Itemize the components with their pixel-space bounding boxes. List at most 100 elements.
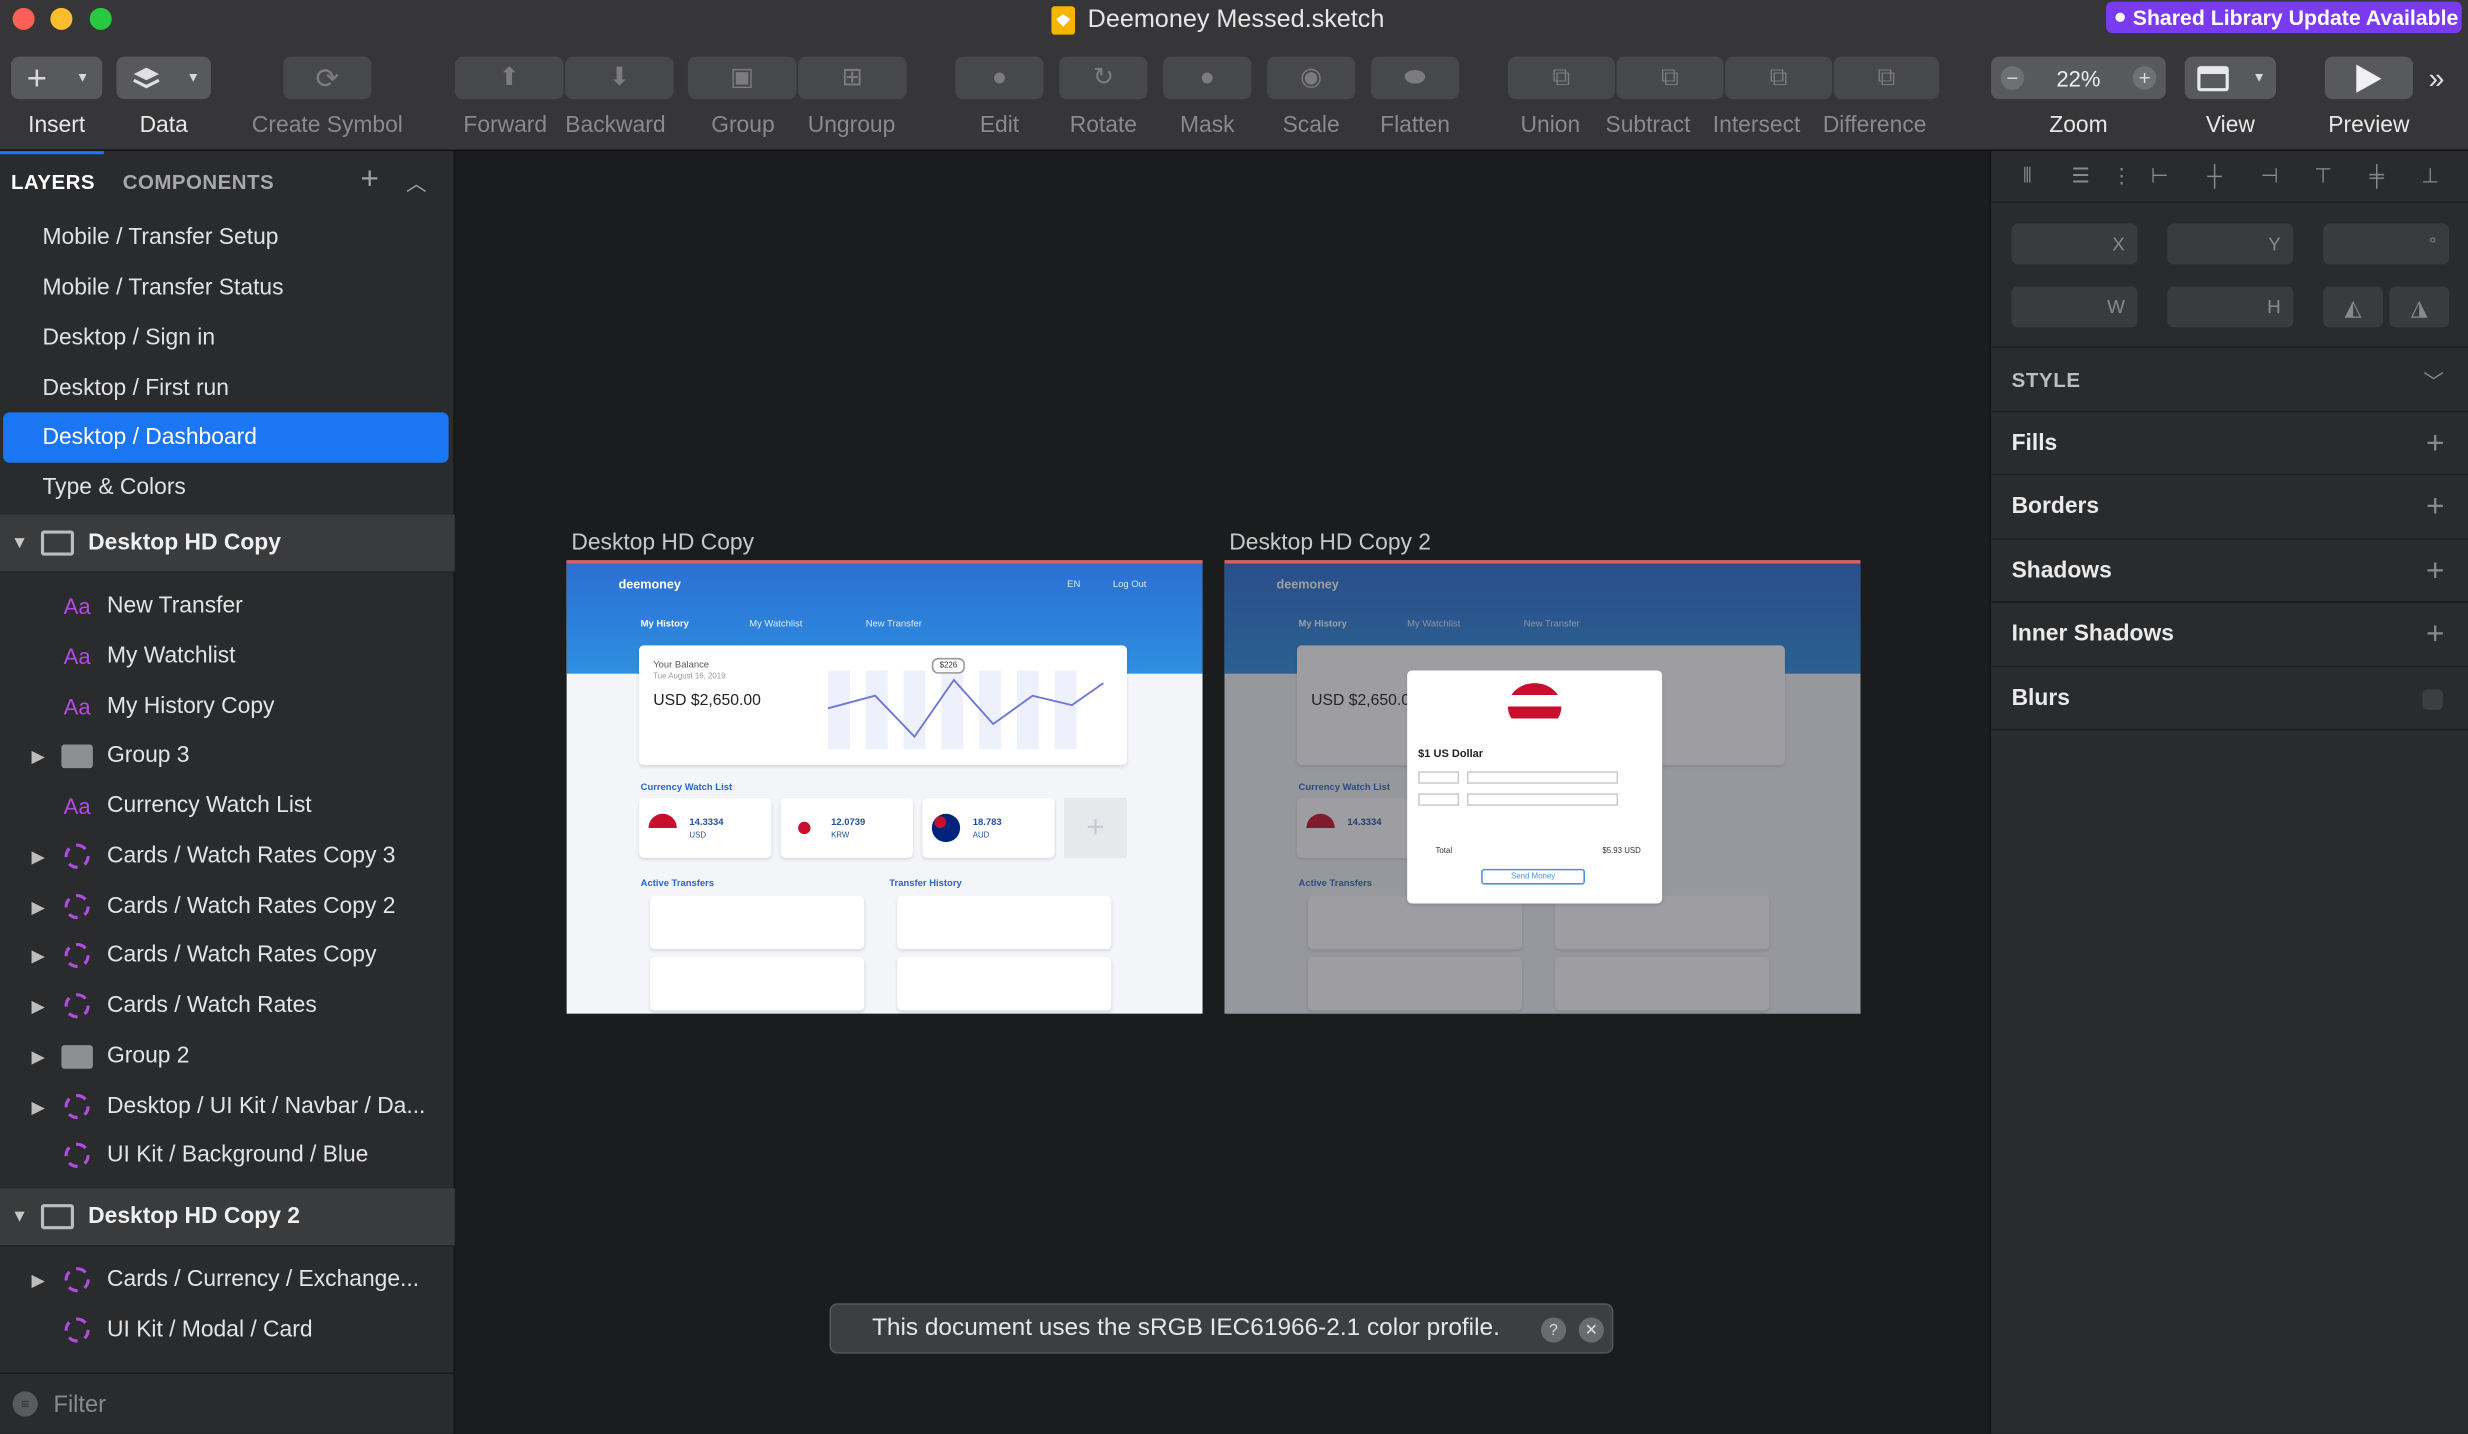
distribute-horizontal-icon[interactable]: ⫴ (2016, 164, 2038, 189)
align-right-icon[interactable]: ⊣ (2259, 164, 2281, 189)
rotation-field[interactable]: ° (2323, 223, 2450, 265)
disclosure-open-icon[interactable]: ▼ (11, 534, 28, 553)
close-window-button[interactable] (12, 7, 35, 30)
add-inner-shadow-icon[interactable]: + (2426, 616, 2444, 652)
borders-section[interactable]: Borders + (1991, 473, 2468, 539)
align-middle-vertical-icon[interactable]: ╪ (2366, 164, 2388, 189)
page-item-selected[interactable]: Desktop / Dashboard (3, 412, 449, 463)
add-border-icon[interactable]: + (2426, 489, 2444, 525)
disclosure-closed-icon[interactable]: ▶ (31, 846, 44, 867)
minimize-window-button[interactable] (50, 7, 73, 30)
ungroup-button[interactable]: ⊞ (798, 56, 907, 100)
layer-row[interactable]: Aa My History Copy (0, 682, 455, 732)
y-field[interactable]: Y (2167, 223, 2294, 265)
layer-row[interactable]: ▶ Cards / Watch Rates Copy 2 (0, 881, 455, 931)
layer-row[interactable]: Aa Currency Watch List (0, 781, 455, 831)
artboard-desktop-hd-copy-2[interactable]: deemoney My History My Watchlist New Tra… (1224, 560, 1861, 1014)
preview-button[interactable] (2324, 56, 2413, 100)
inner-shadows-section[interactable]: Inner Shadows + (1991, 601, 2468, 666)
layer-row[interactable]: UI Kit / Background / Blue (0, 1130, 455, 1180)
page-item[interactable]: Type & Colors (0, 463, 455, 513)
layer-row[interactable]: ▶ Desktop / UI Kit / Navbar / Da... (0, 1081, 455, 1131)
canvas[interactable]: Desktop HD Copy deemoney EN Log Out My H… (454, 151, 1990, 1434)
layer-row[interactable]: ▶ Cards / Currency / Exchange... (0, 1254, 455, 1304)
toolbar-overflow-icon[interactable]: » (2429, 63, 2445, 96)
layer-row[interactable]: ▶ Group 3 (0, 730, 455, 780)
add-page-icon[interactable]: + (360, 162, 378, 198)
create-symbol-button[interactable]: ⟳ (283, 56, 372, 100)
artboard-desktop-hd-copy[interactable]: deemoney EN Log Out My History My Watchl… (566, 560, 1203, 1014)
view-button[interactable]: ▾ (2184, 56, 2277, 100)
disclosure-closed-icon[interactable]: ▶ (31, 745, 44, 766)
flip-horizontal-button[interactable]: ◭ (2323, 286, 2384, 328)
subtract-button[interactable]: ⧉ (1616, 56, 1724, 100)
artboard-row[interactable]: ▼ Desktop HD Copy (0, 514, 455, 573)
rotate-button[interactable]: ↻ (1059, 56, 1148, 100)
page-item[interactable]: Desktop / First run (0, 364, 455, 414)
disclosure-closed-icon[interactable]: ▶ (31, 1269, 44, 1290)
library-update-badge[interactable]: Shared Library Update Available (2106, 1, 2462, 34)
flip-vertical-button[interactable]: ◮ (2389, 286, 2450, 328)
flatten-button[interactable]: ⬬ (1370, 56, 1460, 100)
align-center-horizontal-icon[interactable]: ┼ (2204, 164, 2226, 189)
edit-button[interactable]: ● (955, 56, 1044, 100)
backward-button[interactable]: ⬇ (565, 56, 674, 100)
group-button[interactable]: ▣ (687, 56, 797, 100)
disclosure-closed-icon[interactable]: ▶ (31, 896, 44, 917)
blur-checkbox[interactable] (2422, 688, 2443, 710)
zoom-window-button[interactable] (89, 7, 112, 30)
dot-icon (2115, 12, 2125, 23)
disclosure-open-icon[interactable]: ▼ (11, 1207, 28, 1226)
x-field[interactable]: X (2011, 223, 2138, 265)
scale-button[interactable]: ◉ (1267, 56, 1356, 100)
shadows-section[interactable]: Shadows + (1991, 538, 2468, 603)
width-field[interactable]: W (2011, 286, 2138, 328)
disclosure-closed-icon[interactable]: ▶ (31, 1096, 44, 1117)
artboard-title[interactable]: Desktop HD Copy (571, 530, 754, 555)
tab-layers[interactable]: LAYERS (11, 170, 95, 194)
data-button[interactable]: ▾ (116, 56, 211, 100)
layer-row[interactable]: Aa New Transfer (0, 581, 455, 631)
disclosure-closed-icon[interactable]: ▶ (31, 1046, 44, 1066)
intersect-button[interactable]: ⧉ (1725, 56, 1833, 100)
help-icon[interactable]: ? (1540, 1317, 1567, 1343)
fills-section[interactable]: Fills + (1991, 410, 2468, 476)
align-bottom-icon[interactable]: ⊥ (2419, 164, 2441, 189)
close-icon[interactable]: ✕ (1578, 1317, 1604, 1343)
layer-row[interactable]: ▶ Cards / Watch Rates (0, 981, 455, 1031)
page-item[interactable]: Mobile / Transfer Status (0, 263, 455, 313)
layer-row[interactable]: ▶ Group 2 (0, 1031, 455, 1081)
disclosure-closed-icon[interactable]: ▶ (31, 945, 44, 966)
layer-row[interactable]: ▶ Cards / Watch Rates Copy (0, 930, 455, 980)
page-item[interactable]: Mobile / Transfer Setup (0, 212, 455, 262)
tab-components[interactable]: COMPONENTS (123, 170, 274, 194)
artboard-row[interactable]: ▼ Desktop HD Copy 2 (0, 1188, 455, 1247)
add-fill-icon[interactable]: + (2426, 426, 2444, 462)
page-item[interactable]: Desktop / Sign in (0, 313, 455, 363)
align-left-icon[interactable]: ⊢ (2149, 164, 2171, 189)
height-field[interactable]: H (2167, 286, 2294, 328)
layer-row[interactable]: UI Kit / Modal / Card (0, 1305, 455, 1355)
blurs-section[interactable]: Blurs (1991, 665, 2468, 731)
distribute-vertical-icon[interactable]: ☰ (2070, 164, 2092, 189)
style-header[interactable]: STYLE ﹀ (1991, 346, 2468, 411)
align-top-icon[interactable]: ⊤ (2312, 164, 2334, 189)
zoom-control[interactable]: − 22% + (1991, 56, 2166, 100)
more-icon[interactable]: ⋮ (2111, 164, 2133, 189)
difference-button[interactable]: ⧉ (1833, 56, 1940, 100)
artboard-title[interactable]: Desktop HD Copy 2 (1229, 530, 1431, 555)
zoom-value[interactable]: 22% (2056, 65, 2100, 90)
add-shadow-icon[interactable]: + (2426, 553, 2444, 589)
filter-input[interactable]: Filter (54, 1391, 106, 1418)
zoom-out-button[interactable]: − (2000, 66, 2025, 90)
disclosure-closed-icon[interactable]: ▶ (31, 996, 44, 1016)
layer-row[interactable]: Aa My Watchlist (0, 631, 455, 681)
zoom-in-button[interactable]: + (2132, 66, 2157, 90)
layer-row[interactable]: ▶ Cards / Watch Rates Copy 3 (0, 831, 455, 881)
collapse-pages-icon[interactable]: ︿ (406, 167, 426, 197)
forward-button[interactable]: ⬆ (454, 56, 564, 100)
union-button[interactable]: ⧉ (1507, 56, 1615, 100)
mask-button[interactable]: ● (1163, 56, 1252, 100)
filter-bar[interactable]: ≡ Filter (0, 1372, 455, 1434)
insert-button[interactable]: + ▾ (11, 56, 103, 100)
